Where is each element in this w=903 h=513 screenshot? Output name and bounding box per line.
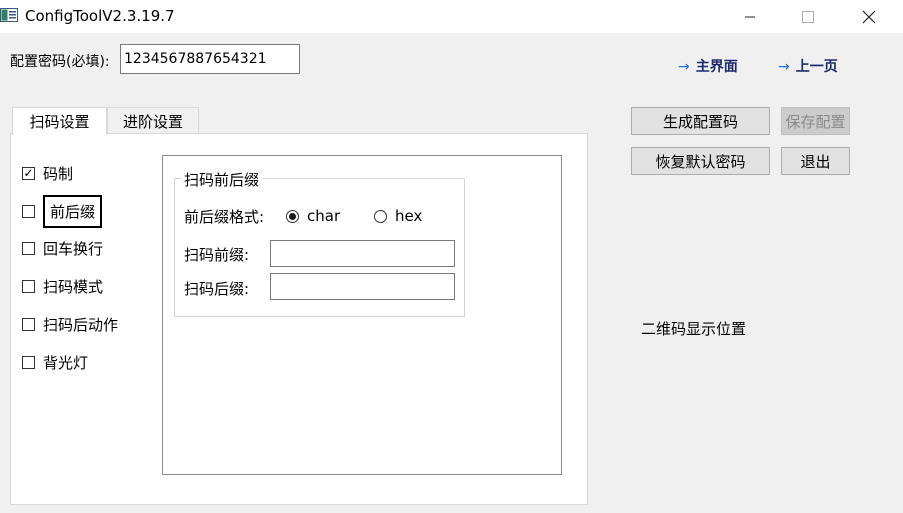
exit-button[interactable]: 退出: [781, 147, 850, 175]
close-button[interactable]: [846, 0, 892, 33]
close-icon: [862, 10, 876, 23]
title-bar: ConfigToolV2.3.19.7: [0, 0, 903, 33]
generate-config-button[interactable]: 生成配置码: [631, 107, 770, 135]
format-label: 前后缀格式:: [184, 208, 265, 226]
sidebar-item-label: 扫码后动作: [43, 315, 119, 334]
sidebar-item-symbology[interactable]: ✓ 码制: [22, 163, 73, 183]
prev-page-link[interactable]: → 上一页: [778, 56, 838, 76]
minimize-icon: [745, 16, 755, 17]
radio-selected-icon[interactable]: [286, 209, 299, 223]
home-link[interactable]: → 主界面: [678, 56, 738, 76]
minimize-button[interactable]: [727, 0, 773, 33]
sidebar-item-label: 前后缀: [43, 194, 103, 228]
sidebar-item-label: 回车换行: [43, 239, 104, 258]
password-label: 配置密码(必填):: [10, 54, 110, 70]
arrow-right-icon: →: [778, 59, 790, 75]
checkbox-icon[interactable]: [22, 279, 35, 293]
sidebar-item-post-scan-action[interactable]: 扫码后动作: [22, 314, 118, 334]
checkbox-icon[interactable]: [22, 241, 35, 255]
restore-default-password-button[interactable]: 恢复默认密码: [631, 147, 770, 175]
qr-code-placeholder: 二维码显示位置: [641, 320, 747, 338]
save-config-button[interactable]: 保存配置: [781, 107, 850, 135]
sidebar-item-prefix-suffix[interactable]: 前后缀: [22, 194, 103, 228]
radio-char-label: char: [307, 207, 341, 225]
window-title: ConfigToolV2.3.19.7: [25, 7, 175, 25]
maximize-icon: [802, 10, 814, 23]
radio-icon[interactable]: [374, 209, 387, 223]
sidebar-item-enter-newline[interactable]: 回车换行: [22, 238, 103, 258]
suffix-input[interactable]: [270, 273, 455, 300]
prev-page-link-label: 上一页: [795, 59, 838, 75]
arrow-right-icon: →: [678, 59, 690, 75]
radio-hex-label: hex: [395, 207, 423, 225]
sidebar-item-label: 背光灯: [43, 353, 89, 372]
radio-char[interactable]: char: [286, 206, 340, 226]
affix-group-title: 扫码前后缀: [181, 169, 263, 190]
password-input[interactable]: [120, 44, 300, 74]
prefix-input[interactable]: [270, 240, 455, 267]
checkbox-icon[interactable]: [22, 317, 35, 331]
sidebar-item-backlight[interactable]: 背光灯: [22, 352, 88, 372]
sidebar-item-scan-mode[interactable]: 扫码模式: [22, 276, 103, 296]
sidebar-item-label: 码制: [43, 164, 74, 183]
radio-hex[interactable]: hex: [374, 206, 422, 226]
app-icon: [0, 8, 18, 22]
home-link-label: 主界面: [695, 59, 738, 75]
tab-scan-settings[interactable]: 扫码设置: [12, 107, 107, 135]
checkbox-icon[interactable]: [22, 355, 35, 369]
maximize-button[interactable]: [785, 0, 831, 33]
tab-advanced-settings[interactable]: 进阶设置: [107, 107, 199, 134]
suffix-label: 扫码后缀:: [184, 280, 250, 298]
sidebar-item-label: 扫码模式: [43, 277, 104, 296]
checkbox-checked-icon[interactable]: ✓: [22, 166, 35, 180]
prefix-label: 扫码前缀:: [184, 246, 250, 264]
checkbox-icon[interactable]: [22, 204, 35, 218]
